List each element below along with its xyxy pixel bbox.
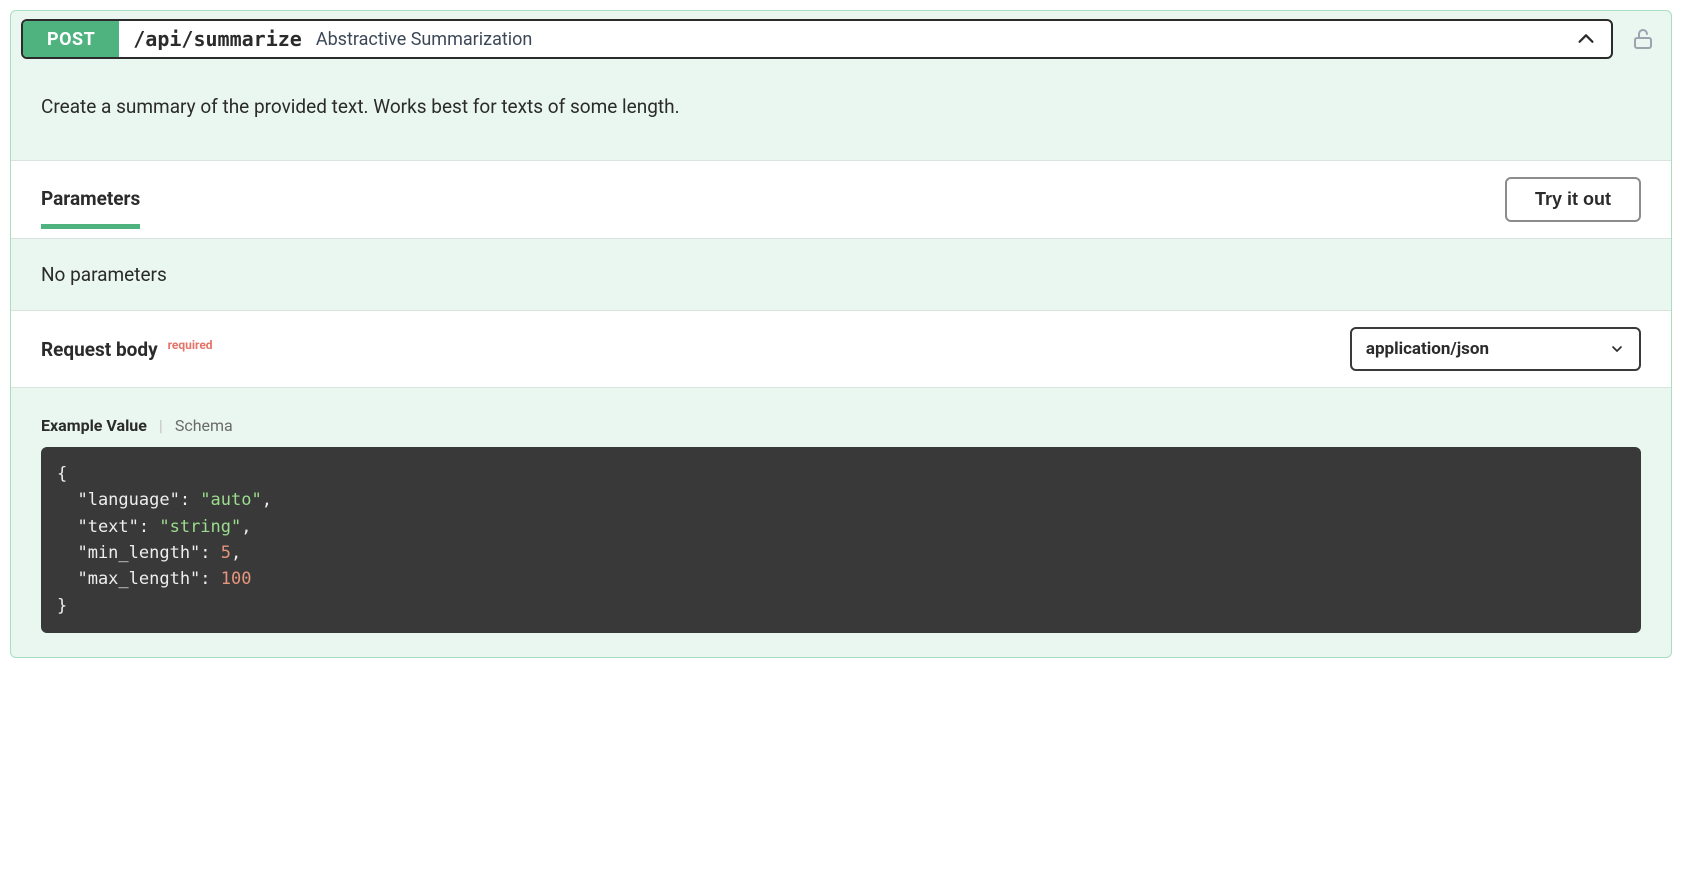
request-body-section: Example Value | Schema { "language": "au… xyxy=(11,388,1671,657)
content-type-select[interactable]: application/json xyxy=(1350,327,1641,371)
operation-panel: POST /api/summarize Abstractive Summariz… xyxy=(10,10,1672,658)
operation-description: Create a summary of the provided text. W… xyxy=(11,67,1671,160)
http-method-badge: POST xyxy=(23,21,119,57)
body-tabs: Example Value | Schema xyxy=(41,416,1641,435)
chevron-up-icon[interactable] xyxy=(1561,28,1611,50)
operation-summary-bar[interactable]: POST /api/summarize Abstractive Summariz… xyxy=(21,19,1613,59)
endpoint-summary: Abstractive Summarization xyxy=(302,29,533,50)
example-code-block[interactable]: { "language": "auto", "text": "string", … xyxy=(41,447,1641,633)
tab-example-value[interactable]: Example Value xyxy=(41,416,147,435)
try-it-out-button[interactable]: Try it out xyxy=(1505,177,1641,222)
endpoint-path: /api/summarize xyxy=(119,27,302,51)
content-type-value: application/json xyxy=(1366,339,1489,359)
tab-schema[interactable]: Schema xyxy=(175,416,233,435)
parameters-section-header: Parameters Try it out xyxy=(11,160,1671,239)
request-body-title: Request body xyxy=(41,338,158,361)
chevron-down-icon xyxy=(1609,341,1625,357)
no-parameters-text: No parameters xyxy=(11,239,1671,310)
unlock-icon[interactable] xyxy=(1625,19,1661,59)
tab-divider: | xyxy=(159,416,163,435)
request-body-section-header: Request body required application/json xyxy=(11,310,1671,388)
operation-header: POST /api/summarize Abstractive Summariz… xyxy=(11,11,1671,67)
required-badge: required xyxy=(168,338,213,352)
tab-parameters[interactable]: Parameters xyxy=(41,187,140,228)
